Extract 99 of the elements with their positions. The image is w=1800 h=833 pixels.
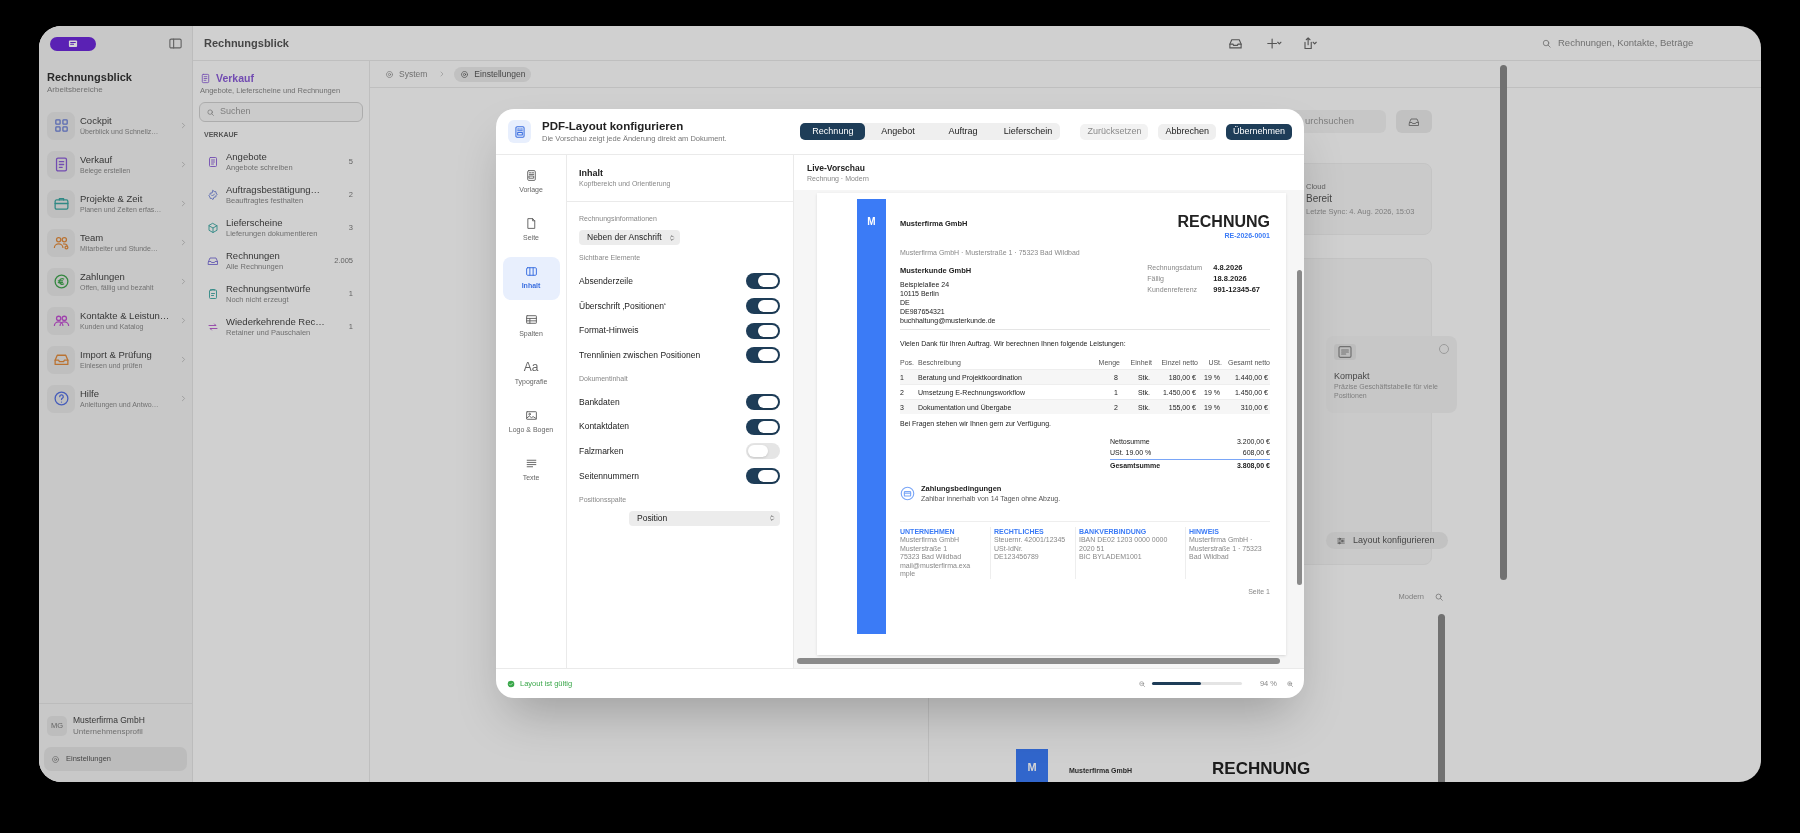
- typography-icon: Aa: [523, 361, 539, 375]
- item-title: Angebote: [226, 150, 268, 163]
- chevron-right-icon: [179, 316, 188, 325]
- toggle-switch[interactable]: [746, 443, 780, 460]
- toggle-label: Falzmarken: [579, 445, 624, 458]
- item-title: Kontakte & Leistun…: [80, 309, 171, 322]
- updown-chevron-icon: [668, 233, 676, 242]
- chevron-right-icon: [179, 394, 188, 403]
- section-title: Verkauf: [216, 71, 254, 85]
- toggle-label: Überschrift ‚Positionen‘: [579, 299, 666, 313]
- euro-icon: [52, 273, 70, 290]
- document-type-tab[interactable]: Lieferschein: [995, 123, 1061, 140]
- sidebar-toggle-icon[interactable]: [168, 36, 183, 51]
- toggle-switch[interactable]: [746, 322, 780, 339]
- toggle-switch[interactable]: [746, 347, 780, 364]
- card-icon: [900, 486, 915, 501]
- chevron-right-icon: [179, 121, 188, 130]
- item-title: Rechnungen: [226, 249, 281, 262]
- document-title: RECHNUNG: [1177, 213, 1270, 231]
- action-button[interactable]: Übernehmen: [1225, 123, 1292, 140]
- toggle-switch[interactable]: [746, 273, 780, 290]
- settings-icon: [51, 754, 60, 764]
- action-button[interactable]: Abbrechen: [1158, 123, 1216, 140]
- search-placeholder: Rechnungen, Kontakte, Beträge: [1558, 35, 1694, 50]
- item-title: Projekte & Zeit: [80, 192, 144, 205]
- tray-icon: [207, 254, 219, 267]
- toggle-label: Seitennummern: [579, 469, 639, 483]
- search-icon: [1541, 37, 1552, 49]
- profile-name: Musterfirma GmbH: [73, 714, 145, 726]
- document-type-tab[interactable]: Auftrag: [930, 123, 996, 140]
- profile-subtitle: Unternehmensprofil: [73, 725, 144, 737]
- toggle-switch[interactable]: [746, 394, 780, 411]
- toggle-switch[interactable]: [746, 468, 780, 485]
- logo-strip: M: [857, 199, 886, 634]
- table-icon: [524, 313, 538, 327]
- dialog-title: PDF-Layout konfigurieren: [542, 119, 685, 133]
- search-icon: [206, 107, 215, 117]
- compact-layout-icon: [1334, 344, 1356, 360]
- settings-icon: [460, 69, 470, 79]
- updown-chevron-icon: [768, 514, 776, 522]
- chevron-right-icon: [179, 238, 188, 247]
- sliders-icon: [1336, 535, 1346, 546]
- preview-title: Live-Vorschau: [807, 163, 866, 174]
- document-title: RECHNUNG: [1212, 757, 1311, 780]
- toggle-label: Absenderzeile: [579, 274, 633, 288]
- template-icon: [512, 124, 527, 139]
- item-title: Team: [80, 231, 105, 244]
- chevron-right-icon: [179, 355, 188, 364]
- item-title: Lieferscheine: [226, 216, 284, 229]
- configure-layout-button[interactable]: Layout konfigurieren: [1326, 532, 1448, 549]
- document-icon: [200, 72, 211, 84]
- toggle-switch[interactable]: [746, 298, 780, 315]
- item-title: Auftragsbestätigung…: [226, 183, 321, 196]
- item-title: Import & Prüfung: [80, 348, 153, 361]
- badge-check-icon: [207, 188, 219, 201]
- document-type-tab[interactable]: Rechnung: [800, 123, 866, 140]
- template-icon: [524, 169, 538, 183]
- option-title: Kompakt: [1334, 370, 1371, 382]
- dropdown[interactable]: Neben der Anschrift: [579, 230, 680, 245]
- image-icon: [524, 409, 538, 423]
- toggle-label: Trennlinien zwischen Positionen: [579, 349, 701, 362]
- sidebar-title: Rechnungsblick: [47, 70, 133, 84]
- settings-icon: [385, 69, 394, 79]
- help-icon: [52, 390, 70, 407]
- toggle-label: Bankdaten: [579, 395, 620, 409]
- document-type-tab[interactable]: Angebot: [865, 123, 931, 140]
- panel-title: Inhalt: [579, 167, 604, 179]
- check-circle-icon: [507, 679, 515, 688]
- search-placeholder: Suchen: [220, 105, 251, 119]
- logo-block: M: [1016, 749, 1048, 782]
- people-icon: [52, 234, 70, 251]
- item-title: Verkauf: [80, 153, 114, 166]
- toggle-switch[interactable]: [746, 418, 780, 435]
- briefcase-icon: [52, 195, 70, 212]
- zoom-slider[interactable]: [1151, 682, 1242, 685]
- app-title: Rechnungsblick: [204, 35, 289, 51]
- dropdown[interactable]: Position: [629, 510, 780, 526]
- toggle-label: Kontaktdaten: [579, 420, 630, 434]
- repeat-icon: [207, 320, 219, 333]
- chevron-right-icon: [179, 160, 188, 169]
- download-button[interactable]: [1396, 110, 1432, 133]
- app-button[interactable]: [50, 36, 96, 51]
- breadcrumb[interactable]: Einstellungen: [454, 66, 532, 82]
- grid-icon: [52, 117, 70, 134]
- item-title: Rechnungsentwürfe: [226, 282, 312, 295]
- document-icon: [207, 155, 219, 168]
- sidebar-subtitle: Arbeitsbereiche: [47, 84, 104, 96]
- chevron-right-icon: [179, 277, 188, 286]
- tray-icon: [1408, 115, 1420, 128]
- item-title: Hilfe: [80, 387, 100, 400]
- cloud-status: Bereit: [1306, 191, 1334, 206]
- clipboard-icon: [207, 287, 219, 300]
- box-icon: [207, 221, 219, 234]
- item-title: Wiederkehrende Rec…: [226, 315, 326, 328]
- item-title: Zahlungen: [80, 270, 126, 283]
- chevron-right-icon: [179, 199, 188, 208]
- item-title: Cockpit: [80, 114, 113, 127]
- toggle-label: Format-Hinweis: [579, 324, 639, 338]
- columns-icon: [524, 265, 538, 279]
